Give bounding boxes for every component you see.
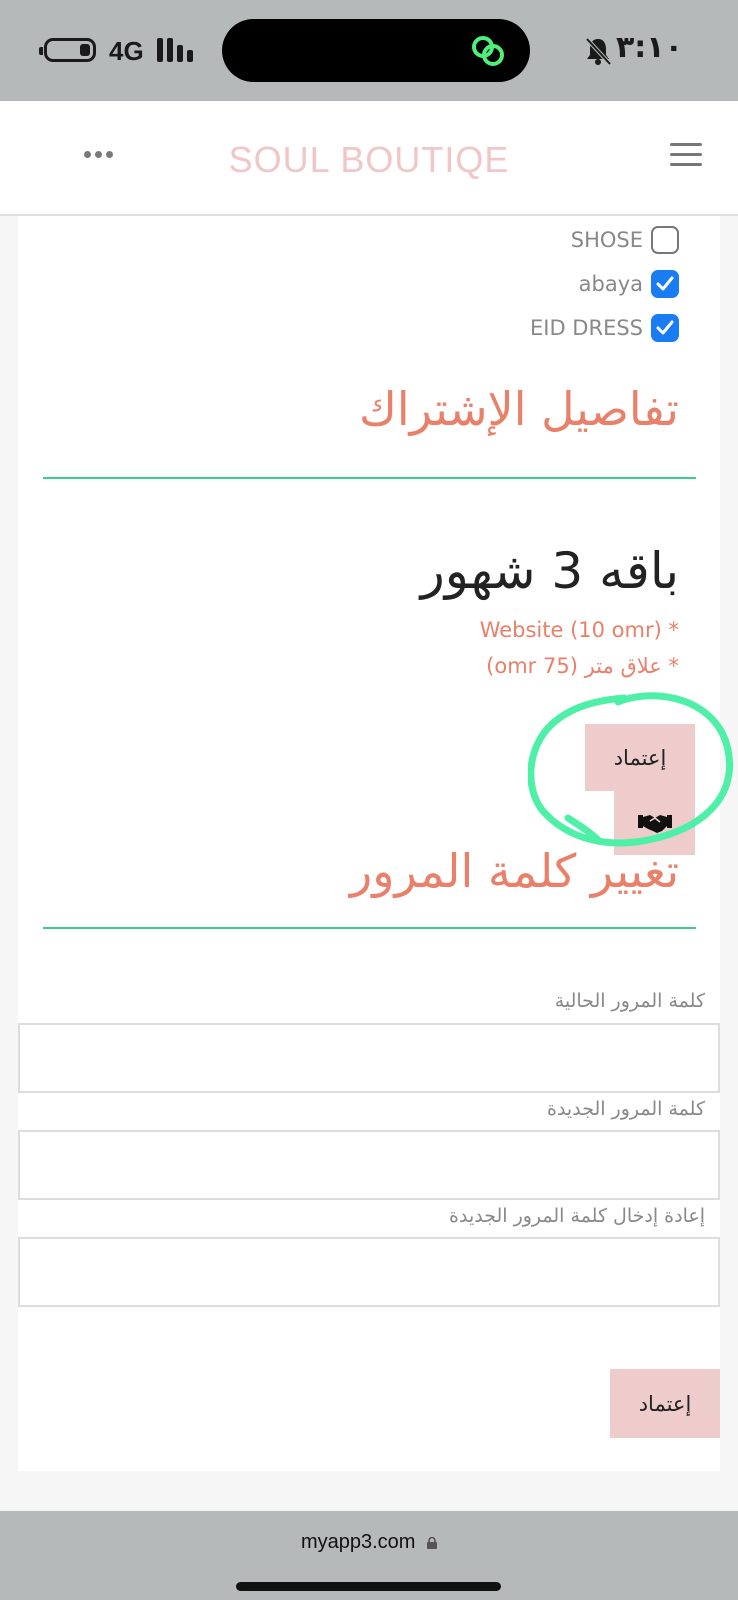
category-item-eid-dress[interactable]: EID DRESS	[530, 313, 679, 343]
new-password-label: كلمة المرور الجديدة	[547, 1098, 705, 1120]
category-item-abaya[interactable]: abaya	[579, 269, 679, 299]
signal-icon	[157, 38, 195, 62]
status-time: ٣:١٠	[616, 30, 683, 65]
brand-title[interactable]: SOUL BOUTIQE	[0, 139, 738, 181]
checkmark-icon	[656, 320, 674, 335]
content-card: SHOSE abaya EID DRESS تفاصيل الإشتراك با…	[18, 216, 720, 1471]
bell-muted-icon	[585, 37, 612, 66]
category-checkbox[interactable]	[651, 270, 679, 298]
network-type: 4G	[109, 36, 144, 66]
section-divider	[43, 477, 696, 479]
current-password-label: كلمة المرور الحالية	[554, 990, 705, 1012]
plan-name: باقه 3 شهور	[420, 542, 679, 600]
new-password-input[interactable]	[18, 1130, 720, 1200]
confirm-password-input[interactable]	[18, 1237, 720, 1307]
link-chain-icon	[472, 36, 504, 66]
subscription-section-title: تفاصيل الإشتراك	[358, 382, 679, 436]
plan-item: * علاق متر (75 omr)	[486, 654, 679, 678]
app-header: SOUL BOUTIQE	[0, 101, 738, 216]
dynamic-island	[222, 19, 530, 82]
handshake-icon	[637, 815, 672, 833]
category-label: EID DRESS	[530, 316, 643, 340]
hamburger-menu-icon[interactable]	[670, 143, 702, 167]
confirm-password-label: إعادة إدخال كلمة المرور الجديدة	[449, 1205, 705, 1227]
lock-icon	[427, 1536, 438, 1549]
category-item-shose[interactable]: SHOSE	[571, 225, 679, 255]
category-checkbox[interactable]	[651, 226, 679, 254]
plan-item: * Website (10 omr)	[479, 618, 679, 642]
status-bar: 4G ٣:١٠	[0, 0, 738, 101]
url-text: myapp3.com	[300, 1531, 416, 1553]
browser-bottom-bar: myapp3.com	[0, 1511, 738, 1600]
battery-icon	[39, 38, 96, 62]
current-password-input[interactable]	[18, 1023, 720, 1093]
category-label: SHOSE	[570, 228, 643, 252]
approve-subscription-button[interactable]: إعتماد	[585, 724, 695, 791]
password-section-title: تغيير كلمة المرور	[350, 844, 679, 898]
change-password-submit-button[interactable]: إعتماد	[610, 1369, 720, 1438]
url-bar[interactable]: myapp3.com	[0, 1531, 738, 1554]
category-checkbox[interactable]	[651, 314, 679, 342]
checkmark-icon	[656, 276, 674, 291]
section-divider	[43, 927, 696, 929]
home-indicator[interactable]	[236, 1582, 501, 1591]
category-label: abaya	[578, 272, 643, 296]
